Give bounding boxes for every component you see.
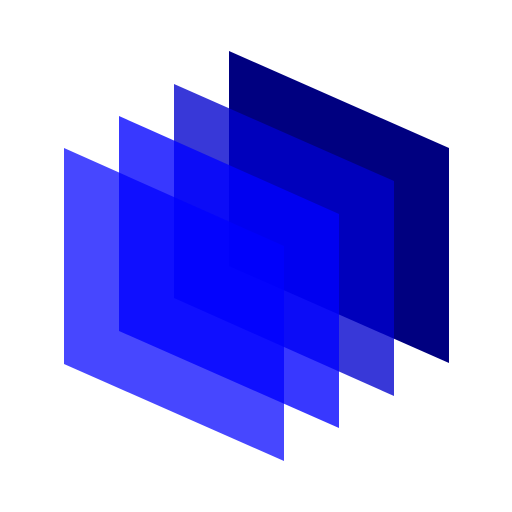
stacked-layers-icon xyxy=(0,0,512,512)
